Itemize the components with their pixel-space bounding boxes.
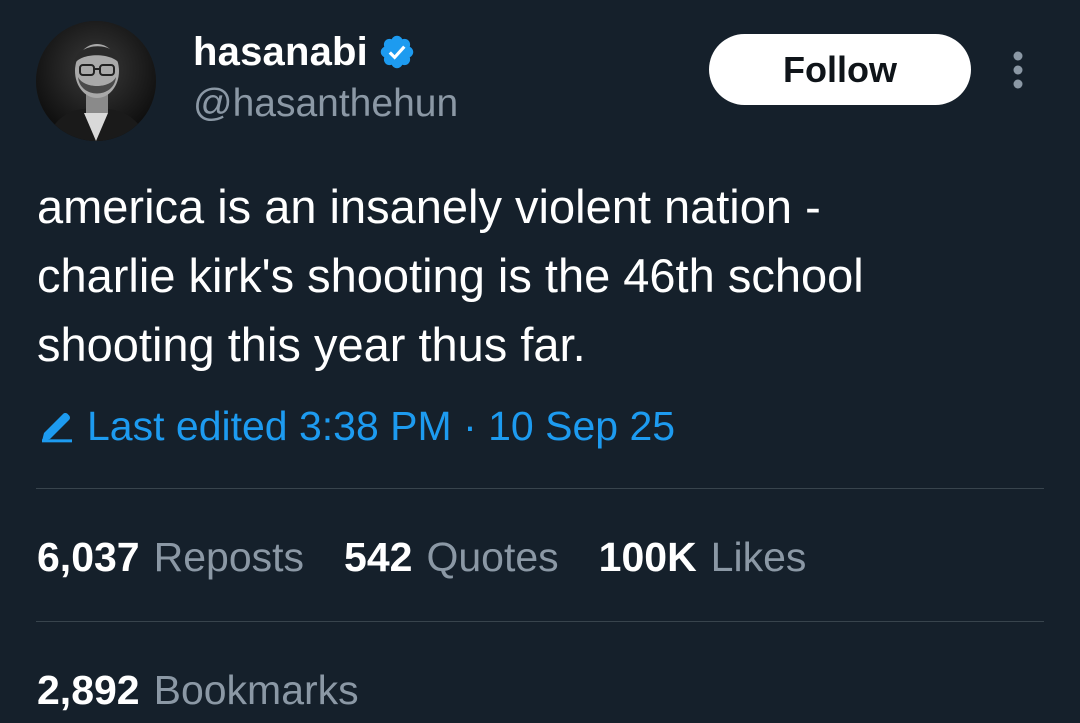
bookmarks-count: 2,892 — [37, 666, 140, 713]
engagement-stats: 6,037 Reposts 542 Quotes 100K Likes — [37, 527, 846, 587]
reposts-stat[interactable]: 6,037 Reposts — [37, 534, 304, 581]
quotes-label: Quotes — [426, 533, 559, 580]
handle[interactable]: @hasanthehun — [193, 80, 458, 128]
likes-count: 100K — [598, 533, 697, 580]
reposts-label: Reposts — [153, 533, 305, 580]
edited-timestamp: Last edited 3:38 PM · 10 Sep 25 — [87, 402, 676, 449]
likes-stat[interactable]: 100K Likes — [599, 534, 807, 581]
verified-badge-icon — [380, 35, 414, 69]
edit-history-link[interactable]: Last edited 3:38 PM · 10 Sep 25 — [37, 398, 675, 454]
more-options-icon[interactable] — [1003, 48, 1033, 92]
display-name[interactable]: hasanabi — [193, 30, 368, 75]
bookmarks-label: Bookmarks — [153, 666, 359, 713]
divider — [36, 488, 1044, 489]
divider — [36, 621, 1044, 622]
pencil-icon — [42, 413, 72, 443]
tweet-text: america is an insanely violent nation - … — [37, 180, 864, 371]
quotes-count: 542 — [344, 533, 413, 580]
bookmarks-stat[interactable]: 2,892 Bookmarks — [37, 660, 359, 720]
author-name-row: hasanabi — [193, 26, 416, 78]
avatar[interactable] — [36, 21, 156, 141]
quotes-stat[interactable]: 542 Quotes — [344, 534, 559, 581]
profile-photo-icon — [36, 21, 156, 141]
likes-label: Likes — [710, 533, 807, 580]
follow-button[interactable]: Follow — [709, 34, 971, 105]
reposts-count: 6,037 — [37, 533, 140, 580]
